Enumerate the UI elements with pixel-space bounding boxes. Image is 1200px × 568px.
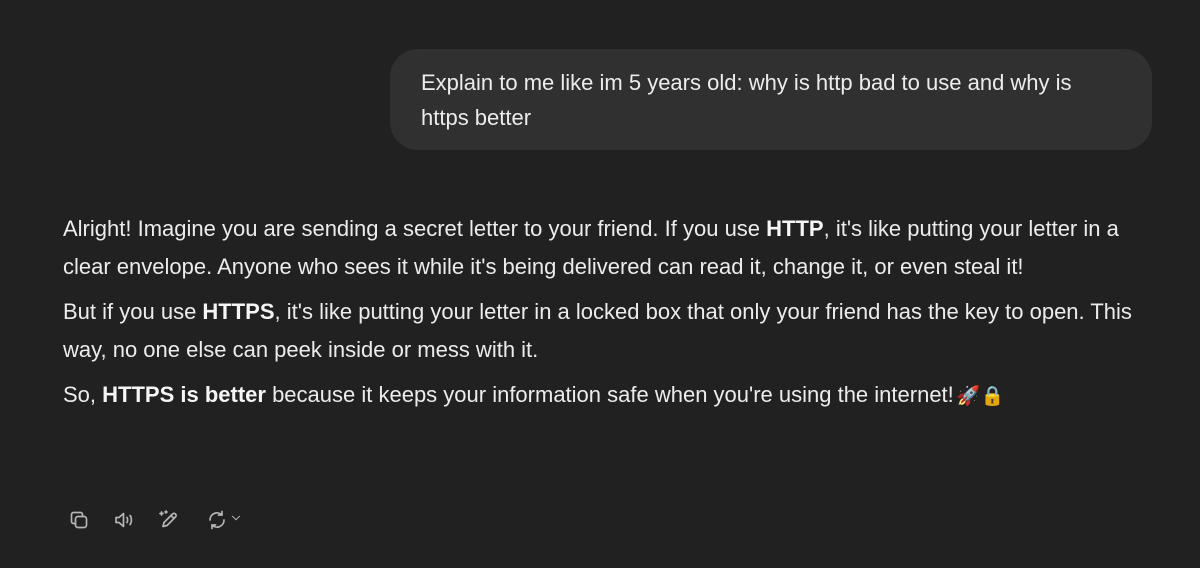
regenerate-button[interactable] — [199, 505, 249, 535]
assistant-paragraph-2: But if you use HTTPS, it's like putting … — [63, 293, 1143, 369]
read-aloud-icon — [115, 512, 133, 528]
paragraph-text: But if you use — [63, 299, 203, 324]
edit-button[interactable] — [154, 505, 184, 535]
chevron-down-icon — [232, 515, 240, 520]
paragraph-text: So, — [63, 382, 103, 407]
edit-icon — [159, 510, 177, 528]
bold-text: HTTPS is better — [102, 382, 266, 407]
read-aloud-button[interactable] — [109, 505, 139, 535]
user-message-text: Explain to me like im 5 years old: why i… — [421, 70, 1072, 130]
paragraph-text: Alright! Imagine you are sending a secre… — [63, 216, 767, 241]
paragraph-text: because it keeps your information safe w… — [265, 382, 954, 407]
bold-text: HTTPS — [202, 299, 275, 324]
copy-icon — [70, 511, 88, 529]
assistant-paragraph-3: So, HTTPS is better because it keeps you… — [63, 376, 1143, 415]
rocket-lock-emoji: 🚀🔒 — [956, 385, 1005, 407]
message-actions-toolbar — [64, 505, 264, 535]
user-message-bubble: Explain to me like im 5 years old: why i… — [390, 49, 1152, 150]
copy-button[interactable] — [64, 505, 94, 535]
model-dropdown-toggle[interactable] — [229, 511, 243, 530]
assistant-paragraph-1: Alright! Imagine you are sending a secre… — [63, 210, 1143, 286]
assistant-message: Alright! Imagine you are sending a secre… — [63, 210, 1143, 422]
bold-text: HTTP — [766, 216, 824, 241]
regenerate-icon — [209, 510, 225, 530]
